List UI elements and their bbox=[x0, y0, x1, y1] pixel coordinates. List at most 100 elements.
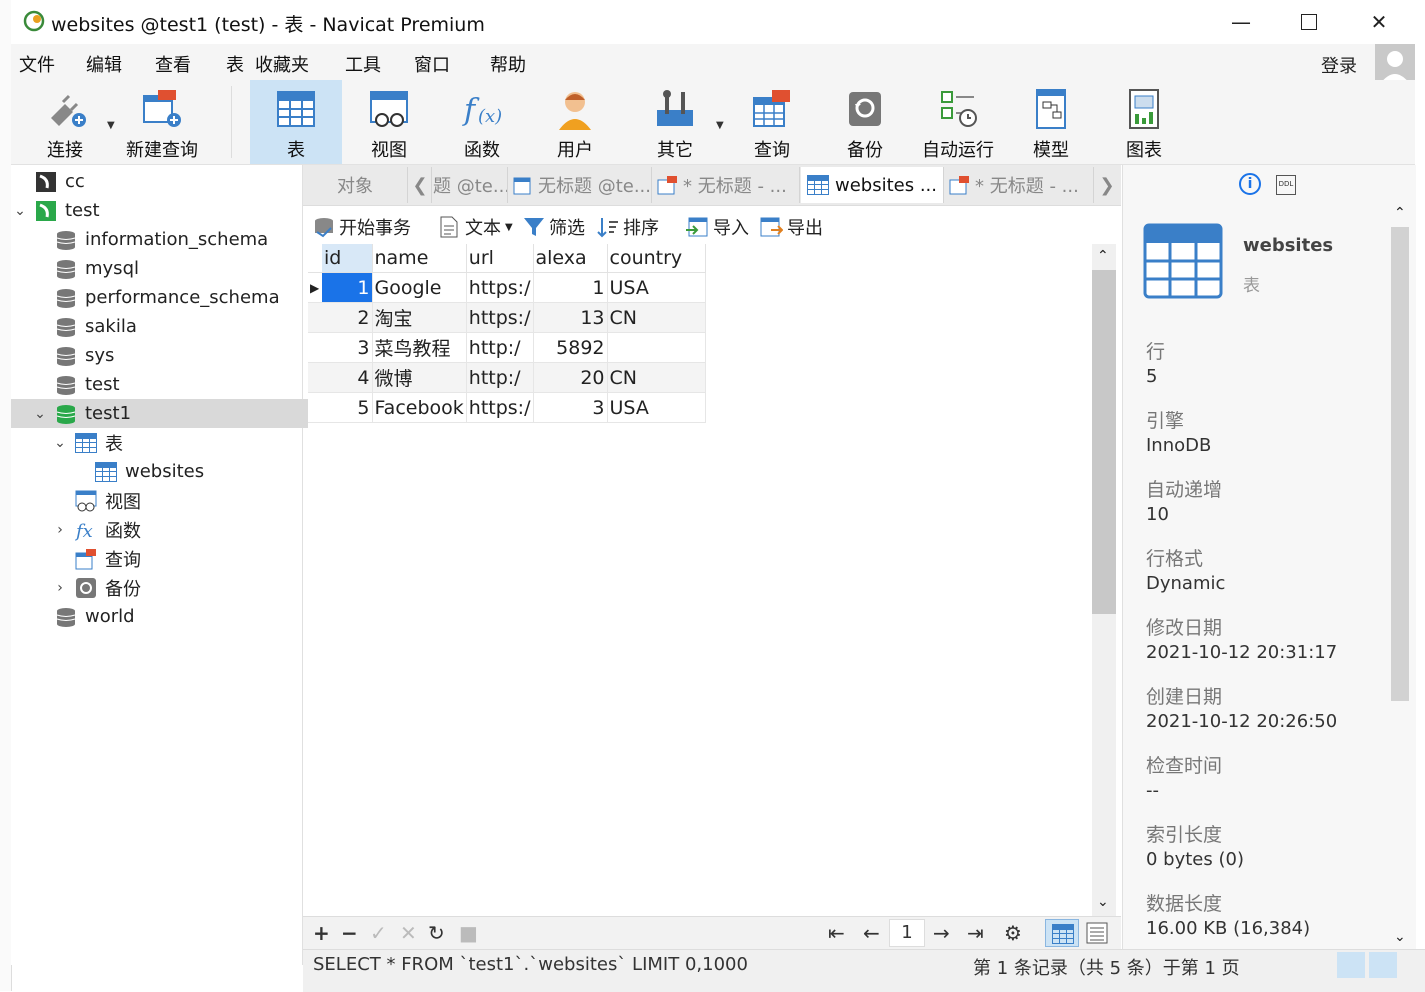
tree-db-information-schema[interactable]: information_schema bbox=[11, 225, 346, 254]
menu-edit[interactable]: 编辑 bbox=[86, 51, 122, 77]
cell-url[interactable]: http:/ bbox=[466, 332, 534, 363]
maximize-button[interactable] bbox=[1289, 6, 1329, 38]
view-button[interactable]: 视图 bbox=[343, 80, 435, 164]
cell-country[interactable]: USA bbox=[607, 392, 706, 423]
column-header-name[interactable]: name bbox=[372, 244, 467, 273]
settings-gear-icon[interactable]: ⚙ bbox=[1004, 921, 1022, 945]
page-number-input[interactable]: 1 bbox=[889, 919, 925, 947]
tab-untitled-2[interactable]: 无标题 @te... bbox=[509, 167, 652, 203]
cell-alexa[interactable]: 3 bbox=[533, 392, 608, 423]
tree-db-world[interactable]: world bbox=[11, 602, 346, 631]
tree-db-sakila[interactable]: sakila bbox=[11, 312, 346, 341]
tree-connection-cc[interactable]: cc bbox=[11, 167, 326, 196]
connect-button[interactable]: 连接 bbox=[29, 80, 101, 164]
cell-name[interactable]: 淘宝 bbox=[372, 302, 467, 333]
text-view-button[interactable]: 文本 ▼ bbox=[439, 214, 513, 240]
grid-view-button[interactable] bbox=[1045, 919, 1079, 947]
cell-url[interactable]: https:/ bbox=[466, 272, 534, 303]
other-button[interactable]: 其它 bbox=[629, 80, 721, 164]
layout-toggle-right[interactable] bbox=[1369, 952, 1397, 978]
scroll-down-icon[interactable]: ⌄ bbox=[1394, 929, 1406, 945]
cell-id[interactable]: 1 bbox=[322, 272, 373, 303]
sort-button[interactable]: 排序 bbox=[597, 214, 659, 240]
cell-alexa[interactable]: 1 bbox=[533, 272, 608, 303]
table-button[interactable]: 表 bbox=[250, 80, 342, 164]
table-row[interactable]: ▶ 1 Google https:/ 1 USA bbox=[308, 272, 706, 303]
query-button[interactable]: 查询 bbox=[726, 80, 818, 164]
stop-icon[interactable]: ■ bbox=[459, 921, 478, 945]
ddl-icon[interactable]: DDL bbox=[1276, 175, 1296, 195]
scrollbar-thumb[interactable] bbox=[1092, 270, 1116, 614]
apply-changes-icon[interactable]: ✓ bbox=[370, 921, 387, 945]
tree-tables-folder[interactable]: ⌄ 表 bbox=[11, 428, 344, 457]
tree-functions-folder[interactable]: › fx 函数 bbox=[11, 515, 344, 544]
tab-websites[interactable]: websites ... bbox=[801, 167, 944, 203]
chevron-down-icon[interactable]: ⌄ bbox=[33, 406, 47, 422]
chevron-right-icon[interactable]: › bbox=[53, 522, 67, 538]
tab-objects[interactable]: 对象 bbox=[303, 167, 408, 203]
column-header-country[interactable]: country bbox=[607, 244, 706, 273]
info-panel-scrollbar[interactable]: ⌃ ⌄ bbox=[1389, 205, 1411, 945]
form-view-button[interactable] bbox=[1085, 921, 1109, 945]
scroll-up-icon[interactable]: ⌃ bbox=[1394, 205, 1406, 221]
delete-record-icon[interactable]: − bbox=[341, 921, 358, 945]
menu-favorites[interactable]: 收藏夹 bbox=[255, 51, 309, 77]
avatar[interactable] bbox=[1375, 44, 1415, 84]
refresh-icon[interactable]: ↻ bbox=[428, 921, 445, 945]
tree-db-test1[interactable]: ⌄ test1 bbox=[11, 399, 324, 428]
model-button[interactable]: 模型 bbox=[1005, 80, 1097, 164]
next-page-icon[interactable]: → bbox=[933, 921, 950, 945]
tree-connection-test[interactable]: ⌄ test bbox=[11, 196, 304, 225]
cell-country[interactable] bbox=[607, 332, 706, 363]
column-header-id[interactable]: id bbox=[322, 244, 373, 273]
minimize-button[interactable]: — bbox=[1221, 6, 1261, 38]
prev-page-icon[interactable]: ← bbox=[863, 921, 880, 945]
auto-run-button[interactable]: 自动运行 bbox=[912, 80, 1004, 164]
chevron-right-icon[interactable]: › bbox=[53, 580, 67, 596]
cell-id[interactable]: 2 bbox=[322, 302, 373, 333]
table-row[interactable]: 4 微博 http:/ 20 CN bbox=[308, 362, 706, 393]
filter-button[interactable]: 筛选 bbox=[523, 214, 585, 240]
scroll-down-icon[interactable]: ⌄ bbox=[1097, 894, 1109, 910]
column-header-alexa[interactable]: alexa bbox=[533, 244, 608, 273]
chevron-down-icon[interactable]: ⌄ bbox=[53, 435, 67, 451]
cell-country[interactable]: USA bbox=[607, 272, 706, 303]
tab-untitled-3[interactable]: * 无标题 - ... bbox=[653, 167, 800, 203]
cell-country[interactable]: CN bbox=[607, 302, 706, 333]
last-page-icon[interactable]: ⇥ bbox=[967, 921, 984, 945]
scroll-up-icon[interactable]: ⌃ bbox=[1097, 248, 1109, 264]
grid-vertical-scrollbar[interactable]: ⌃ ⌄ bbox=[1092, 244, 1116, 916]
login-link[interactable]: 登录 bbox=[1321, 52, 1357, 78]
chart-button[interactable]: 图表 bbox=[1098, 80, 1190, 164]
tab-scroll-right[interactable]: ❯ bbox=[1095, 167, 1119, 203]
tree-db-test[interactable]: test bbox=[11, 370, 346, 399]
table-row[interactable]: 2 淘宝 https:/ 13 CN bbox=[308, 302, 706, 333]
menu-file[interactable]: 文件 bbox=[19, 51, 55, 77]
menu-help[interactable]: 帮助 bbox=[490, 51, 526, 77]
cell-name[interactable]: Google bbox=[372, 272, 467, 303]
tree-backups-folder[interactable]: › 备份 bbox=[11, 573, 344, 602]
cell-alexa[interactable]: 20 bbox=[533, 362, 608, 393]
menu-window[interactable]: 窗口 bbox=[414, 51, 450, 77]
scrollbar-thumb[interactable] bbox=[1391, 227, 1409, 701]
export-button[interactable]: 导出 bbox=[759, 214, 823, 240]
begin-transaction-button[interactable]: 开始事务 bbox=[313, 214, 411, 240]
cell-name[interactable]: 菜鸟教程 bbox=[372, 332, 467, 363]
tree-db-mysql[interactable]: mysql bbox=[11, 254, 346, 283]
cell-country[interactable]: CN bbox=[607, 362, 706, 393]
import-button[interactable]: 导入 bbox=[685, 214, 749, 240]
tab-untitled-1[interactable]: 题 @te... bbox=[433, 167, 508, 203]
close-button[interactable]: ✕ bbox=[1359, 6, 1399, 38]
tree-db-sys[interactable]: sys bbox=[11, 341, 346, 370]
cell-name[interactable]: Facebook bbox=[372, 392, 467, 423]
cell-id[interactable]: 4 bbox=[322, 362, 373, 393]
cell-url[interactable]: https:/ bbox=[466, 392, 534, 423]
other-dropdown-icon[interactable]: ▼ bbox=[716, 120, 724, 131]
menu-view[interactable]: 查看 bbox=[155, 51, 191, 77]
function-button[interactable]: f (x) 函数 bbox=[436, 80, 528, 164]
backup-button[interactable]: 备份 bbox=[819, 80, 911, 164]
tree-db-performance-schema[interactable]: performance_schema bbox=[11, 283, 346, 312]
tab-scroll-left[interactable]: ❮ bbox=[409, 167, 432, 203]
chevron-down-icon[interactable]: ⌄ bbox=[13, 203, 27, 219]
menu-table[interactable]: 表 bbox=[226, 51, 244, 77]
